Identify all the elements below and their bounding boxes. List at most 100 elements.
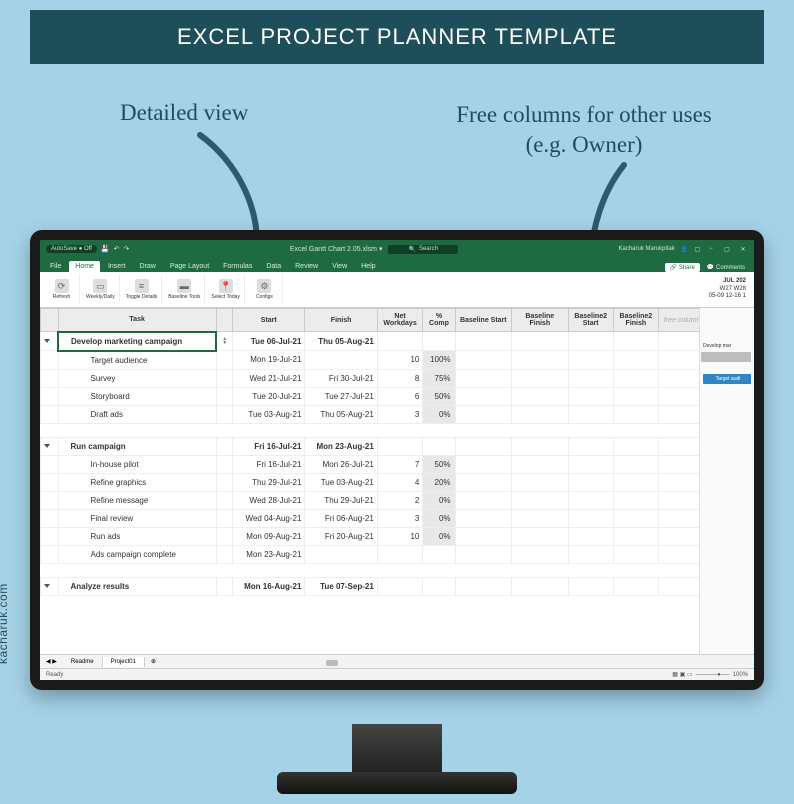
- cell-finish[interactable]: Tue 07-Sep-21: [305, 577, 377, 595]
- cell-workdays[interactable]: 3: [377, 509, 423, 527]
- redo-icon[interactable]: ↷: [123, 245, 129, 253]
- cell-start[interactable]: Tue 20-Jul-21: [233, 387, 305, 405]
- ribbon-baseline-tools[interactable]: ▬Baseline Tools: [164, 274, 205, 305]
- minimize-button[interactable]: −: [706, 246, 716, 252]
- col-baseline-start[interactable]: Baseline Start: [455, 309, 512, 332]
- cell-workdays[interactable]: 2: [377, 491, 423, 509]
- cell-workdays[interactable]: [377, 545, 423, 563]
- ribbon-weekly-daily[interactable]: ▭Weekly/Daily: [82, 274, 120, 305]
- col-baseline-finish[interactable]: Baseline Finish: [512, 309, 569, 332]
- ribbon-configs[interactable]: ⚙Configs: [247, 274, 283, 305]
- autosave-toggle[interactable]: AutoSave ● Off: [46, 245, 97, 253]
- table-row[interactable]: Ads campaign complete Mon 23-Aug-21: [41, 545, 754, 563]
- tab-formulas[interactable]: Formulas: [217, 261, 258, 272]
- username-label[interactable]: Kacharuk Marukpitak: [618, 246, 674, 252]
- cell-start[interactable]: Fri 16-Jul-21: [233, 455, 305, 473]
- table-row[interactable]: Run ads Mon 09-Aug-21 Fri 20-Aug-21 10 0…: [41, 527, 754, 545]
- cell-pct[interactable]: 0%: [423, 527, 455, 545]
- table-row[interactable]: Survey Wed 21-Jul-21 Fri 30-Jul-21 8 75%: [41, 369, 754, 387]
- ribbon-toggle-details[interactable]: ≡Toggle Details: [122, 274, 162, 305]
- cell-task[interactable]: Refine message: [58, 491, 216, 509]
- cell-workdays[interactable]: [377, 577, 423, 595]
- share-button[interactable]: 🔗 Share: [665, 263, 700, 272]
- search-box[interactable]: 🔍 Search: [388, 245, 458, 254]
- cell-workdays[interactable]: 6: [377, 387, 423, 405]
- horizontal-scrollbar-thumb[interactable]: [326, 660, 338, 666]
- cell-workdays[interactable]: 8: [377, 369, 423, 387]
- cell-finish[interactable]: Mon 26-Jul-21: [305, 455, 377, 473]
- ribbon-display-icon[interactable]: ▢: [694, 246, 700, 253]
- tab-view[interactable]: View: [326, 261, 353, 272]
- add-sheet-button[interactable]: ⊕: [145, 658, 162, 665]
- cell-finish[interactable]: Thu 05-Aug-21: [305, 332, 377, 351]
- cell-task[interactable]: Run ads: [58, 527, 216, 545]
- cell-workdays[interactable]: 10: [377, 351, 423, 370]
- table-row[interactable]: Refine message Wed 28-Jul-21 Thu 29-Jul-…: [41, 491, 754, 509]
- table-row[interactable]: In-house pilot Fri 16-Jul-21 Mon 26-Jul-…: [41, 455, 754, 473]
- cell-finish[interactable]: [305, 351, 377, 370]
- cell-finish[interactable]: Mon 23-Aug-21: [305, 437, 377, 455]
- cell-workdays[interactable]: [377, 437, 423, 455]
- cell-start[interactable]: Mon 19-Jul-21: [233, 351, 305, 370]
- cell-start[interactable]: Wed 28-Jul-21: [233, 491, 305, 509]
- cell-task[interactable]: Analyze results: [58, 577, 216, 595]
- collapse-icon[interactable]: [44, 339, 50, 343]
- cell-start[interactable]: Mon 23-Aug-21: [233, 545, 305, 563]
- cell-pct[interactable]: 0%: [423, 405, 455, 423]
- cell-task[interactable]: Draft ads: [58, 405, 216, 423]
- cell-task[interactable]: Final review: [58, 509, 216, 527]
- cell-start[interactable]: Mon 16-Aug-21: [233, 577, 305, 595]
- table-row[interactable]: Storyboard Tue 20-Jul-21 Tue 27-Jul-21 6…: [41, 387, 754, 405]
- table-row[interactable]: Run campaign Fri 16-Jul-21 Mon 23-Aug-21: [41, 437, 754, 455]
- cell-pct[interactable]: 100%: [423, 351, 455, 370]
- maximize-button[interactable]: ▢: [722, 246, 732, 253]
- cell-start[interactable]: Thu 29-Jul-21: [233, 473, 305, 491]
- undo-icon[interactable]: ↶: [114, 245, 120, 253]
- cell-task[interactable]: Run campaign: [58, 437, 216, 455]
- tab-file[interactable]: File: [44, 261, 67, 272]
- cell-pct[interactable]: 0%: [423, 491, 455, 509]
- cell-workdays[interactable]: 7: [377, 455, 423, 473]
- avatar-icon[interactable]: 👤: [681, 246, 688, 253]
- table-row[interactable]: Develop marketing campaign ▲▼ Tue 06-Jul…: [41, 332, 754, 351]
- tab-draw[interactable]: Draw: [133, 261, 161, 272]
- zoom-label[interactable]: 100%: [733, 672, 748, 678]
- tab-review[interactable]: Review: [289, 261, 324, 272]
- tab-data[interactable]: Data: [260, 261, 287, 272]
- cell-task[interactable]: In-house pilot: [58, 455, 216, 473]
- comments-button[interactable]: 💬 Comments: [702, 263, 750, 272]
- col-finish[interactable]: Finish: [305, 309, 377, 332]
- cell-finish[interactable]: Thu 05-Aug-21: [305, 405, 377, 423]
- cell-task[interactable]: Refine graphics: [58, 473, 216, 491]
- cell-workdays[interactable]: 3: [377, 405, 423, 423]
- cell-pct[interactable]: 20%: [423, 473, 455, 491]
- cell-start[interactable]: Wed 21-Jul-21: [233, 369, 305, 387]
- cell-finish[interactable]: [305, 545, 377, 563]
- tab-insert[interactable]: Insert: [102, 261, 132, 272]
- ribbon-refresh[interactable]: ⟳Refresh: [44, 274, 80, 305]
- cell-start[interactable]: Tue 03-Aug-21: [233, 405, 305, 423]
- table-row[interactable]: Draft ads Tue 03-Aug-21 Thu 05-Aug-21 3 …: [41, 405, 754, 423]
- cell-start[interactable]: Wed 04-Aug-21: [233, 509, 305, 527]
- table-row[interactable]: [41, 563, 754, 577]
- cell-pct[interactable]: 50%: [423, 387, 455, 405]
- cell-finish[interactable]: Fri 20-Aug-21: [305, 527, 377, 545]
- sheet-project01[interactable]: Project01: [103, 657, 145, 667]
- tab-help[interactable]: Help: [355, 261, 381, 272]
- tab-home[interactable]: Home: [69, 261, 100, 272]
- cell-finish[interactable]: Tue 03-Aug-21: [305, 473, 377, 491]
- cell-pct[interactable]: 50%: [423, 455, 455, 473]
- col-pct[interactable]: % Comp: [423, 309, 455, 332]
- cell-start[interactable]: Tue 06-Jul-21: [233, 332, 305, 351]
- cell-task[interactable]: Survey: [58, 369, 216, 387]
- view-buttons[interactable]: ▦ ▣ ▭: [672, 672, 692, 678]
- cell-task[interactable]: Storyboard: [58, 387, 216, 405]
- cell-workdays[interactable]: [377, 332, 423, 351]
- sheet-nav[interactable]: ◀ ▶: [40, 658, 63, 665]
- spreadsheet-grid[interactable]: Task Start Finish Net Workdays % Comp Ba…: [40, 308, 754, 596]
- cell-workdays[interactable]: 10: [377, 527, 423, 545]
- cell-pct[interactable]: 75%: [423, 369, 455, 387]
- col-baseline2-start[interactable]: Baseline2 Start: [568, 309, 613, 332]
- tab-page-layout[interactable]: Page Layout: [164, 261, 215, 272]
- spinner-control[interactable]: ▲▼: [222, 337, 227, 345]
